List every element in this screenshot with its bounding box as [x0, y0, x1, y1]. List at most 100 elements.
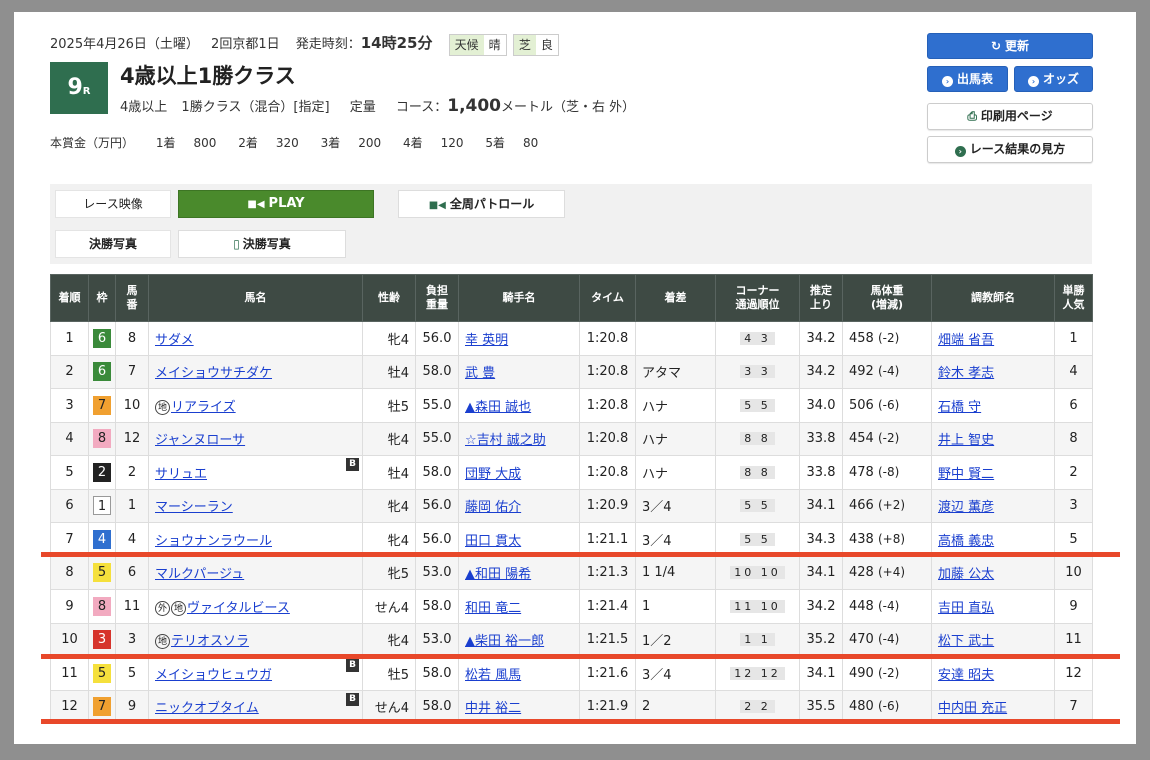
col-number-2: 番 [126, 298, 138, 311]
trainer-link[interactable]: 吉田 直弘 [938, 601, 994, 616]
patrol-button[interactable]: ■◀ 全周パトロール [398, 190, 565, 218]
trainer-link[interactable]: 野中 賢二 [938, 467, 994, 482]
video-panel: レース映像 ■◀ PLAY ■◀ 全周パトロール 決勝写真 ▯ 決勝写真 [50, 184, 1092, 264]
popularity-cell: 12 [1054, 656, 1093, 691]
trainer-link[interactable]: 井上 智史 [938, 433, 994, 448]
last-cell: 34.2 [799, 354, 843, 389]
jockey-link[interactable]: 藤岡 佑介 [465, 500, 521, 515]
waku-badge: 5 [93, 563, 111, 583]
bodyweight-cell: 490 (-2) [842, 656, 932, 691]
bodyweight-cell: 454 (-2) [842, 421, 932, 456]
horse-link[interactable]: マルクパージュ [155, 567, 244, 582]
horse-link[interactable]: ヴァイタルビース [187, 601, 290, 616]
photo-label-text: 決勝写真 [88, 237, 137, 251]
trainer-link[interactable]: 高橋 義忠 [938, 534, 994, 549]
howto-button[interactable]: › レース結果の見方 [927, 136, 1093, 163]
jockey-link[interactable]: 中井 裕二 [465, 701, 521, 716]
bodyweight-cell: 448 (-4) [842, 589, 932, 624]
horse-link[interactable]: リアライズ [171, 400, 236, 415]
horse-link[interactable]: サダメ [155, 333, 194, 348]
jockey-link[interactable]: 幸 英明 [465, 333, 508, 348]
course-label: コース： [395, 100, 448, 115]
popularity-cell: 8 [1054, 421, 1093, 456]
print-page-button[interactable]: ⎙ 印刷用ページ [927, 103, 1093, 130]
time-cell: 1:20.8 [579, 455, 636, 490]
trainer-link[interactable]: 石橋 守 [938, 400, 981, 415]
jockey-link[interactable]: 武 豊 [465, 366, 495, 381]
jockey-link[interactable]: ▲柴田 裕一郎 [465, 634, 544, 649]
number-cell: 8 [115, 321, 149, 356]
number-cell: 3 [115, 622, 149, 657]
time-cell: 1:21.4 [579, 589, 636, 624]
col-popularity-1: 単勝 [1062, 283, 1085, 297]
weight-cell: 58.0 [415, 455, 459, 490]
place-cell: 3 [50, 388, 89, 423]
play-button[interactable]: ■◀ PLAY [178, 190, 374, 218]
jockey-cell: 和田 竜二 [458, 589, 580, 624]
horse-link[interactable]: メイショウヒュウガ [155, 668, 272, 683]
weight-cell: 55.0 [415, 421, 459, 456]
horse-cell: ジャンヌローサ [148, 421, 363, 456]
table-row: 1 6 8 サダメ 牝4 56.0 幸 英明 1:20.8 4 3 34.2 4… [50, 321, 1093, 356]
last-cell: 34.1 [799, 555, 843, 590]
horse-link[interactable]: テリオスソラ [171, 634, 249, 649]
place-cell: 9 [50, 589, 89, 624]
race-name: 4歳以上1勝クラス [120, 64, 296, 88]
trainer-cell: 野中 賢二 [931, 455, 1055, 490]
trainer-link[interactable]: 畑端 省吾 [938, 333, 994, 348]
odds-button[interactable]: › オッズ [1014, 66, 1093, 92]
trainer-link[interactable]: 安達 昭夫 [938, 668, 994, 683]
horse-link[interactable]: ジャンヌローサ [155, 433, 245, 448]
entries-button[interactable]: › 出馬表 [927, 66, 1008, 92]
trainer-link[interactable]: 松下 武士 [938, 634, 994, 649]
jockey-link[interactable]: 田口 貫太 [465, 534, 521, 549]
popularity-cell: 5 [1054, 522, 1093, 557]
bodyweight-change: (-6) [877, 397, 900, 412]
horse-mark-badge: 地 [155, 399, 170, 415]
jockey-link[interactable]: 和田 竜二 [465, 601, 521, 616]
corner-order: 10 10 [730, 566, 785, 580]
trainer-link[interactable]: 中内田 充正 [938, 701, 1007, 716]
bodyweight-cell: 506 (-6) [842, 388, 932, 423]
time-cell: 1:21.3 [579, 555, 636, 590]
col-place: 着順 [50, 274, 89, 322]
jockey-cell: 団野 大成 [458, 455, 580, 490]
place-cell: 4 [50, 421, 89, 456]
horse-link[interactable]: サリュエ [155, 467, 207, 482]
sexage-cell: 牡5 [362, 388, 416, 423]
prize-amount: 200 [358, 136, 382, 150]
corner-cell: 8 8 [715, 455, 800, 490]
horse-link[interactable]: メイショウサチダケ [155, 366, 272, 381]
last-cell: 33.8 [799, 421, 843, 456]
waku-badge: 8 [93, 596, 111, 616]
waku-badge: 7 [93, 697, 111, 717]
video-camera-icon: ■◀ [247, 199, 265, 210]
horse-cell: マーシーラン [148, 488, 363, 523]
last-cell: 33.8 [799, 455, 843, 490]
bodyweight-cell: 438 (+8) [842, 522, 932, 557]
prize-place: 1着 [155, 136, 176, 150]
update-button[interactable]: ↻ 更新 [927, 33, 1093, 59]
trainer-cell: 安達 昭夫 [931, 656, 1055, 691]
col-weight-1: 負担 [426, 283, 448, 297]
corner-cell: 12 12 [715, 656, 800, 691]
weight-cell: 58.0 [415, 656, 459, 691]
weather-value: 晴 [488, 37, 501, 52]
trainer-link[interactable]: 渡辺 薫彦 [938, 500, 994, 515]
number-cell: 12 [115, 421, 149, 456]
jockey-link[interactable]: 松若 風馬 [465, 668, 521, 683]
trainer-link[interactable]: 加藤 公太 [938, 567, 994, 582]
horse-link[interactable]: ショウナンラウール [155, 534, 272, 549]
jockey-link[interactable]: ▲森田 誠也 [465, 400, 531, 415]
jockey-link[interactable]: ▲和田 陽希 [465, 567, 531, 582]
jockey-link[interactable]: 団野 大成 [465, 467, 521, 482]
horse-link[interactable]: ニックオブタイム [155, 701, 259, 716]
corner-cell: 10 10 [715, 555, 800, 590]
horse-link[interactable]: マーシーラン [155, 500, 233, 515]
trainer-link[interactable]: 鈴木 孝志 [938, 366, 994, 381]
weather-badge: 天候晴 [448, 33, 507, 56]
col-horse: 馬名 [148, 274, 363, 322]
jockey-link[interactable]: ☆吉村 誠之助 [465, 433, 546, 448]
photo-button[interactable]: ▯ 決勝写真 [178, 230, 346, 258]
number-cell: 2 [115, 455, 149, 490]
